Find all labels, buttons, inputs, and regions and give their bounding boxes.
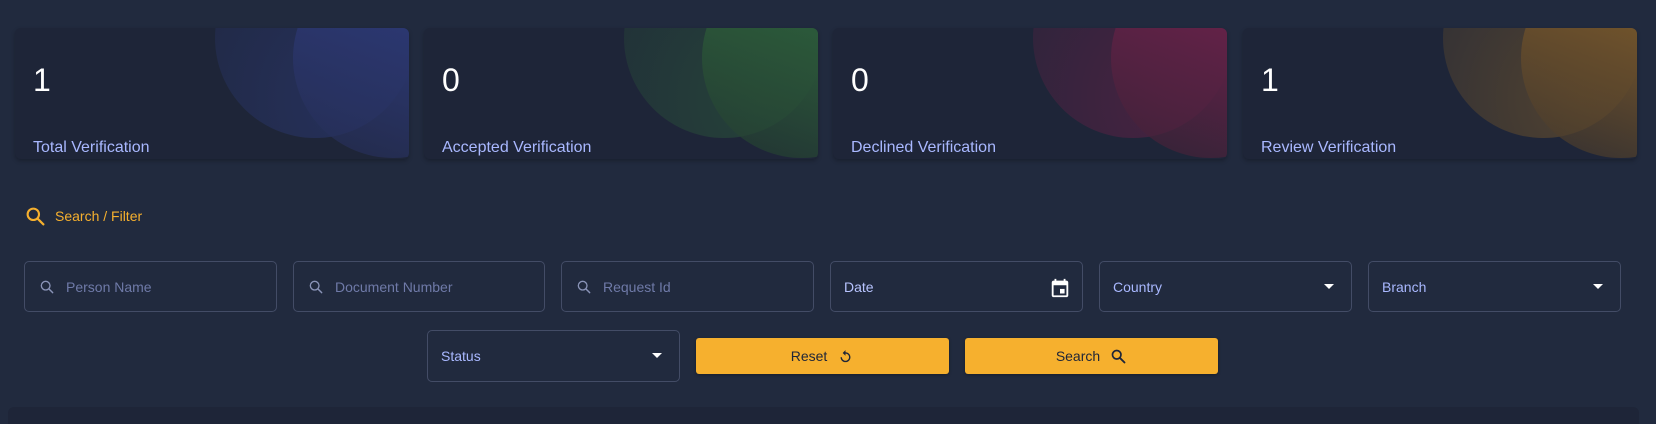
search-icon bbox=[40, 280, 54, 294]
search-icon bbox=[26, 207, 45, 226]
stat-value: 1 bbox=[1261, 62, 1279, 98]
chevron-down-icon bbox=[652, 353, 662, 358]
card-decoration bbox=[293, 28, 409, 158]
filter-title: Search / Filter bbox=[55, 208, 143, 224]
search-icon bbox=[309, 280, 323, 294]
stat-card-declined: 0 Declined Verification bbox=[833, 28, 1227, 159]
stat-value: 0 bbox=[851, 62, 869, 98]
branch-select[interactable]: Branch bbox=[1368, 261, 1621, 312]
stat-card-total: 1 Total Verification bbox=[15, 28, 409, 159]
stat-value: 1 bbox=[33, 62, 51, 98]
request-id-field[interactable] bbox=[561, 261, 814, 312]
stat-label: Review Verification bbox=[1261, 139, 1397, 156]
person-name-input[interactable] bbox=[66, 262, 266, 311]
filter-heading: Search / Filter bbox=[25, 205, 142, 227]
stats-cards: 1 Total Verification 0 Accepted Verifica… bbox=[15, 28, 1637, 159]
search-label: Search bbox=[1055, 348, 1101, 364]
calendar-icon[interactable] bbox=[1049, 277, 1071, 299]
card-decoration bbox=[1521, 28, 1637, 158]
status-label: Status bbox=[441, 348, 481, 364]
stat-label: Declined Verification bbox=[851, 139, 996, 156]
stat-value: 0 bbox=[442, 62, 460, 98]
date-label: Date bbox=[844, 279, 874, 295]
search-icon bbox=[577, 280, 591, 294]
status-select[interactable]: Status bbox=[427, 330, 680, 382]
search-icon bbox=[1111, 349, 1126, 363]
chevron-down-icon bbox=[1593, 284, 1603, 289]
stat-card-accepted: 0 Accepted Verification bbox=[424, 28, 818, 159]
reset-button[interactable]: Reset bbox=[696, 338, 949, 374]
stat-label: Total Verification bbox=[33, 139, 150, 156]
country-select[interactable]: Country bbox=[1099, 261, 1352, 312]
card-decoration bbox=[702, 28, 818, 158]
document-number-input[interactable] bbox=[335, 262, 534, 311]
chevron-down-icon bbox=[1324, 284, 1334, 289]
document-number-field[interactable] bbox=[293, 261, 545, 312]
refresh-icon bbox=[840, 349, 851, 362]
date-field[interactable]: Date bbox=[830, 261, 1083, 312]
country-label: Country bbox=[1113, 279, 1163, 295]
branch-label: Branch bbox=[1382, 279, 1427, 295]
request-id-input[interactable] bbox=[603, 262, 803, 311]
results-table-panel bbox=[8, 407, 1639, 424]
reset-label: Reset bbox=[790, 348, 828, 364]
stat-label: Accepted Verification bbox=[442, 139, 592, 156]
stat-card-review: 1 Review Verification bbox=[1243, 28, 1637, 159]
search-button[interactable]: Search bbox=[965, 338, 1218, 374]
card-decoration bbox=[1111, 28, 1227, 158]
person-name-field[interactable] bbox=[24, 261, 277, 312]
